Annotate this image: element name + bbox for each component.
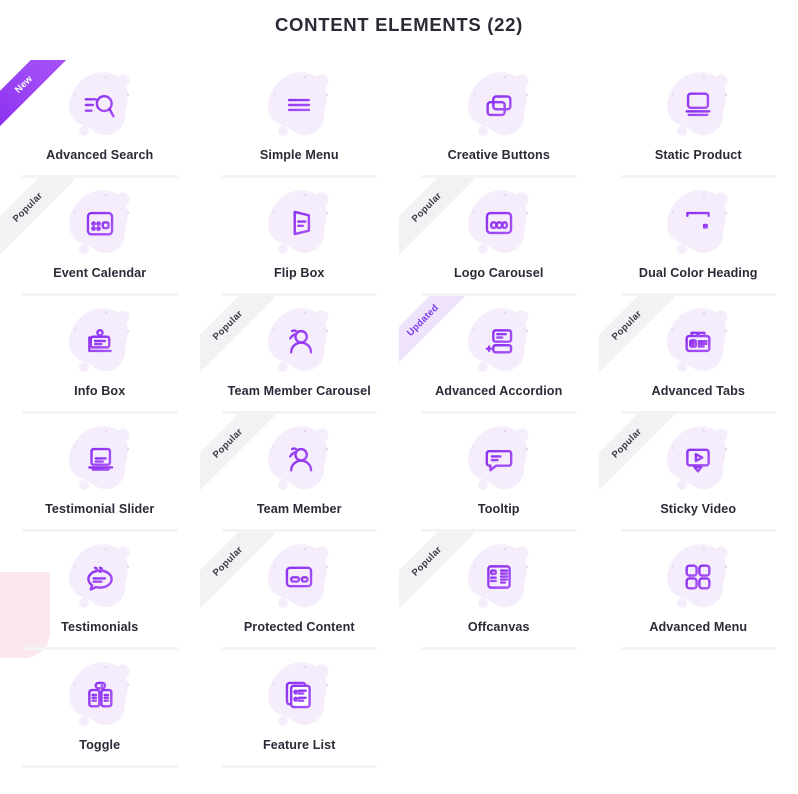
element-card-protected-content[interactable]: Popular Protected Content: [199, 532, 400, 650]
element-icon-wrap: [261, 424, 337, 494]
element-label: Static Product: [654, 148, 742, 162]
element-card-simple-menu[interactable]: Simple Menu: [200, 60, 400, 178]
element-icon-wrap: [660, 542, 736, 612]
element-icon-wrap: [660, 188, 736, 258]
toggle-switch-icon: [83, 678, 117, 712]
element-card-event-calendar[interactable]: Popular Event Calendar: [0, 178, 200, 296]
speech-bubble-icon: [482, 442, 516, 476]
element-label: Testimonials: [61, 620, 139, 634]
element-label: Flip Box: [274, 266, 325, 280]
element-label: Dual Color Heading: [638, 266, 758, 280]
element-label: Sticky Video: [660, 502, 737, 516]
element-label: Creative Buttons: [447, 148, 550, 162]
element-icon-wrap: [261, 306, 337, 376]
element-card-testimonial-slider[interactable]: Testimonial Slider: [0, 414, 200, 532]
person-avatar-icon: [282, 442, 316, 476]
element-label: Feature List: [262, 738, 336, 752]
info-card-icon: [83, 324, 117, 358]
element-label: Testimonial Slider: [45, 502, 155, 516]
hamburger-menu-icon: [282, 88, 316, 122]
element-icon-wrap: [62, 424, 138, 494]
card-protected-icon: [282, 560, 316, 594]
logo-carousel-icon: [482, 206, 516, 240]
element-icon-wrap: [461, 70, 537, 140]
element-icon-wrap: [261, 188, 337, 258]
quote-slide-icon: [83, 442, 117, 476]
element-card-advanced-tabs[interactable]: Popular Advanced Tabs: [598, 296, 798, 414]
element-label: Protected Content: [243, 620, 355, 634]
accordion-panels-icon: [482, 324, 516, 358]
element-icon-wrap: [62, 188, 138, 258]
element-card-creative-buttons[interactable]: Creative Buttons: [399, 60, 599, 178]
element-label: Logo Carousel: [454, 266, 544, 280]
element-label: Advanced Accordion: [435, 384, 563, 398]
element-card-tooltip[interactable]: Tooltip: [399, 414, 599, 532]
element-icon-wrap: [261, 70, 337, 140]
element-label: Team Member Carousel: [227, 384, 371, 398]
calendar-icon: [83, 206, 117, 240]
element-card-advanced-search[interactable]: New Advanced Search: [0, 60, 200, 178]
element-card-flip-box[interactable]: Flip Box: [200, 178, 400, 296]
element-icon-wrap: [461, 188, 537, 258]
element-card-team-member[interactable]: Popular Team Member: [199, 414, 400, 532]
element-label: Info Box: [74, 384, 126, 398]
flip-card-icon: [282, 206, 316, 240]
element-icon-wrap: [261, 660, 337, 730]
element-card-feature-list[interactable]: Feature List: [200, 650, 400, 768]
element-label: Tooltip: [477, 502, 520, 516]
badge-ribbon: New: [0, 60, 70, 131]
element-icon-wrap: [660, 424, 736, 494]
stacked-buttons-icon: [482, 88, 516, 122]
content-elements-page: CONTENT ELEMENTS (22) New Advanced Search…: [0, 0, 798, 794]
element-icon-wrap: [660, 306, 736, 376]
grid-four-squares-icon: [681, 560, 715, 594]
element-card-static-product[interactable]: Static Product: [599, 60, 798, 178]
video-play-icon: [681, 442, 715, 476]
element-icon-wrap: [62, 70, 138, 140]
element-card-dual-color-heading[interactable]: Dual Color Heading: [599, 178, 798, 296]
element-card-toggle[interactable]: Toggle: [0, 650, 200, 768]
element-icon-wrap: [62, 542, 138, 612]
monitor-product-icon: [681, 88, 715, 122]
element-icon-wrap: [660, 70, 736, 140]
element-icon-wrap: [62, 660, 138, 730]
page-title: CONTENT ELEMENTS (22): [274, 14, 524, 35]
element-card-team-member-carousel[interactable]: Popular Team Member Carousel: [199, 296, 400, 414]
element-icon-wrap: [461, 542, 537, 612]
element-card-offcanvas[interactable]: Popular Offcanvas: [399, 532, 599, 650]
element-icon-wrap: [461, 306, 537, 376]
element-card-info-box[interactable]: Info Box: [0, 296, 200, 414]
element-card-advanced-accordion[interactable]: Updated Advanced Accordion: [399, 296, 599, 414]
badge-ribbon: Updated: [399, 296, 469, 367]
offcanvas-panel-icon: [482, 560, 516, 594]
element-card-sticky-video[interactable]: Popular Sticky Video: [598, 414, 798, 532]
element-label: Team Member: [256, 502, 342, 516]
element-card-advanced-menu[interactable]: Advanced Menu: [599, 532, 798, 650]
person-avatar-icon: [282, 324, 316, 358]
elements-grid: New Advanced Search Simple Menu Creative Bu…: [0, 60, 798, 768]
text-heading-t-icon: [681, 206, 715, 240]
element-label: Simple Menu: [259, 148, 339, 162]
magnifier-lines-icon: [83, 88, 117, 122]
element-icon-wrap: [261, 542, 337, 612]
feature-list-icon: [282, 678, 316, 712]
tabs-panel-icon: [681, 324, 715, 358]
element-label: Toggle: [79, 738, 121, 752]
element-label: Advanced Search: [46, 148, 154, 162]
element-label: Advanced Tabs: [651, 384, 745, 398]
element-card-logo-carousel[interactable]: Popular Logo Carousel: [399, 178, 599, 296]
element-label: Event Calendar: [53, 266, 147, 280]
quote-bubble-icon: [83, 560, 117, 594]
element-card-testimonials[interactable]: Testimonials: [0, 532, 200, 650]
element-icon-wrap: [62, 306, 138, 376]
element-label: Offcanvas: [467, 620, 530, 634]
element-icon-wrap: [461, 424, 537, 494]
element-label: Advanced Menu: [649, 620, 748, 634]
